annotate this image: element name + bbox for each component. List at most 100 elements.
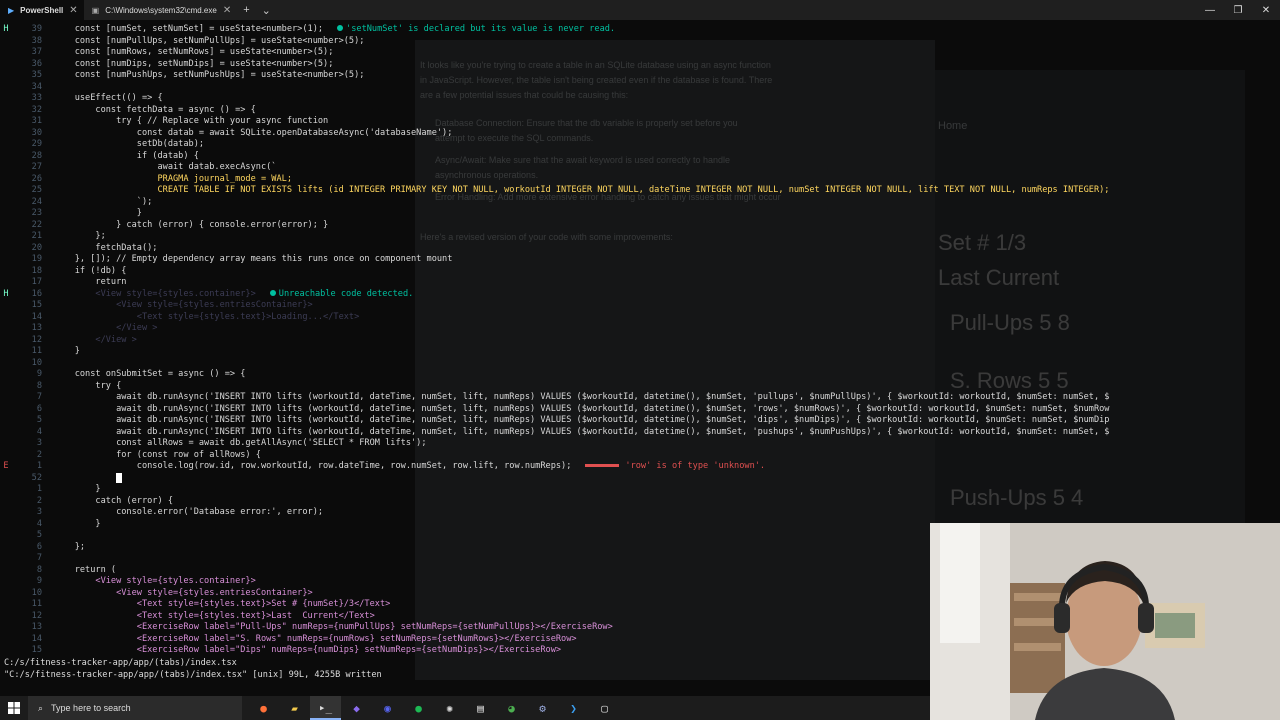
code-text: const fetchData = async () => { — [54, 104, 256, 115]
code-line[interactable]: 14 <Text style={styles.text}>Loading...<… — [0, 312, 1270, 324]
code-line[interactable]: 21 }; — [0, 231, 1270, 243]
code-line[interactable]: 20 fetchData(); — [0, 243, 1270, 255]
gutter-sign — [0, 254, 12, 266]
gutter-sign — [0, 105, 12, 117]
code-line[interactable]: 10 — [0, 358, 1270, 370]
firefox-icon[interactable]: ● — [248, 696, 279, 720]
steam-icon[interactable]: ⚙ — [527, 696, 558, 720]
line-number: 29 — [31, 139, 42, 149]
line-number: 27 — [31, 162, 42, 172]
code-line[interactable]: 26 PRAGMA journal_mode = WAL; — [0, 174, 1270, 186]
code-line[interactable]: 32 const fetchData = async () => { — [0, 105, 1270, 117]
code-line[interactable]: 4 await db.runAsync('INSERT INTO lifts (… — [0, 427, 1270, 439]
terminal-icon[interactable]: ▸_ — [310, 696, 341, 720]
code-line[interactable]: 1 } — [0, 484, 1270, 496]
code-line[interactable]: 6 await db.runAsync('INSERT INTO lifts (… — [0, 404, 1270, 416]
line-number: 11 — [31, 346, 42, 356]
line-number: 3 — [36, 438, 42, 448]
code-line[interactable]: 9 const onSubmitSet = async () => { — [0, 369, 1270, 381]
taskbar-search[interactable]: ⌕ Type here to search — [28, 696, 242, 720]
code-line[interactable]: 3 console.error('Database error:', error… — [0, 507, 1270, 519]
code-line[interactable]: H 39 const [numSet, setNumSet] = useState… — [0, 24, 1270, 36]
code-line[interactable]: 33 useEffect(() => { — [0, 93, 1270, 105]
code-line[interactable]: 25 CREATE TABLE IF NOT EXISTS lifts (id … — [0, 185, 1270, 197]
code-line[interactable]: 28 if (datab) { — [0, 151, 1270, 163]
code-text: try { — [54, 380, 122, 391]
app-icon[interactable]: ▢ — [589, 696, 620, 720]
gutter-sign — [0, 47, 12, 59]
code-line[interactable]: 12 </View > — [0, 335, 1270, 347]
code-line[interactable]: E 1 console.log(row.id, row.workoutId, ro… — [0, 461, 1270, 473]
gutter-sign — [0, 542, 12, 554]
code-line[interactable]: 35 const [numPushUps, setNumPushUps] = u… — [0, 70, 1270, 82]
code-line[interactable]: 17 return — [0, 277, 1270, 289]
code-line[interactable]: 34 — [0, 82, 1270, 94]
code-line[interactable]: 22 } catch (error) { console.error(error… — [0, 220, 1270, 232]
gutter-sign — [0, 174, 12, 186]
windows-start-button[interactable] — [0, 696, 28, 720]
code-line[interactable]: 2 for (const row of allRows) { — [0, 450, 1270, 462]
code-line[interactable]: 19 }, []); // Empty dependency array mea… — [0, 254, 1270, 266]
gutter-sign — [0, 185, 12, 197]
code-line[interactable]: H 16 <View style={styles.container}> Unrea… — [0, 289, 1270, 301]
line-number: 14 — [31, 633, 42, 644]
tab-dropdown-button[interactable]: ⌄ — [256, 4, 277, 17]
code-line[interactable]: 24 `); — [0, 197, 1270, 209]
error-diagnostic: 'row' is of type 'unknown'. — [585, 461, 765, 473]
code-line[interactable]: 38 const [numPullUps, setNumPullUps] = u… — [0, 36, 1270, 48]
vscode-icon[interactable]: ❯ — [558, 696, 589, 720]
code-line[interactable]: 8 try { — [0, 381, 1270, 393]
code-text: return ( — [54, 564, 117, 575]
diagnostic-text: Unreachable code detected. — [278, 288, 414, 299]
code-line[interactable]: 5 await db.runAsync('INSERT INTO lifts (… — [0, 415, 1270, 427]
gutter-sign — [0, 611, 12, 623]
code-line[interactable]: 29 setDb(datab); — [0, 139, 1270, 151]
gutter-sign — [0, 346, 12, 358]
chrome-icon[interactable]: ◕ — [496, 696, 527, 720]
text-cursor — [116, 472, 123, 483]
code-line[interactable]: 13 </View > — [0, 323, 1270, 335]
code-line[interactable]: 3 const allRows = await db.getAllAsync('… — [0, 438, 1270, 450]
tab-powershell[interactable]: ▶ PowerShell ✕ — [0, 0, 84, 20]
code-text: catch (error) { — [54, 495, 173, 506]
code-line[interactable]: 37 const [numRows, setNumRows] = useStat… — [0, 47, 1270, 59]
code-line[interactable]: 31 try { // Replace with your async func… — [0, 116, 1270, 128]
code-line[interactable]: 18 if (!db) { — [0, 266, 1270, 278]
window-controls: — ❐ ✕ — [1196, 0, 1280, 20]
code-text: await db.runAsync('INSERT INTO lifts (wo… — [54, 426, 1110, 437]
status-path: C:/s/fitness-tracker-app/app/(tabs)/inde… — [4, 658, 237, 668]
code-text: }, []); // Empty dependency array means … — [54, 254, 453, 264]
maximize-button[interactable]: ❐ — [1224, 0, 1252, 20]
code-line[interactable]: 36 const [numDips, setNumDips] = useStat… — [0, 59, 1270, 71]
code-text: const onSubmitSet = async () => { — [54, 369, 246, 379]
code-text: `); — [54, 196, 153, 207]
tab-cmd[interactable]: ▣ C:\Windows\system32\cmd.exe ✕ — [84, 0, 238, 20]
code-text: console.log(row.id, row.workoutId, row.d… — [54, 461, 572, 471]
code-line[interactable]: 27 await datab.execAsync(` — [0, 162, 1270, 174]
close-icon[interactable]: ✕ — [223, 5, 231, 16]
code-line[interactable]: 7 await db.runAsync('INSERT INTO lifts (… — [0, 392, 1270, 404]
code-line[interactable]: 2 catch (error) { — [0, 496, 1270, 508]
code-line[interactable]: 15 <View style={styles.entriesContainer}… — [0, 300, 1270, 312]
close-icon[interactable]: ✕ — [69, 5, 77, 16]
minimize-button[interactable]: — — [1196, 0, 1224, 20]
code-line[interactable]: 30 const datab = await SQLite.openDataba… — [0, 128, 1270, 140]
line-number: 1 — [36, 484, 42, 494]
code-line[interactable]: 23 } — [0, 208, 1270, 220]
code-text: } — [54, 518, 101, 529]
code-text: }; — [54, 541, 86, 552]
obsidian-icon[interactable]: ◆ — [341, 696, 372, 720]
line-number: 23 — [31, 208, 42, 218]
file-explorer-icon[interactable]: ▰ — [279, 696, 310, 720]
code-text: if (datab) { — [54, 150, 199, 161]
spotify-icon[interactable]: ● — [403, 696, 434, 720]
close-button[interactable]: ✕ — [1252, 0, 1280, 20]
new-tab-button[interactable]: + — [237, 4, 255, 16]
code-line[interactable]: 11 } — [0, 346, 1270, 358]
code-text: </View > — [54, 334, 137, 345]
code-text: <Text style={styles.text}>Last Current</… — [54, 610, 375, 621]
chatgpt-icon[interactable]: ✺ — [434, 696, 465, 720]
notes-icon[interactable]: ▤ — [465, 696, 496, 720]
code-line[interactable]: 52 — [0, 472, 1270, 485]
discord-icon[interactable]: ◉ — [372, 696, 403, 720]
